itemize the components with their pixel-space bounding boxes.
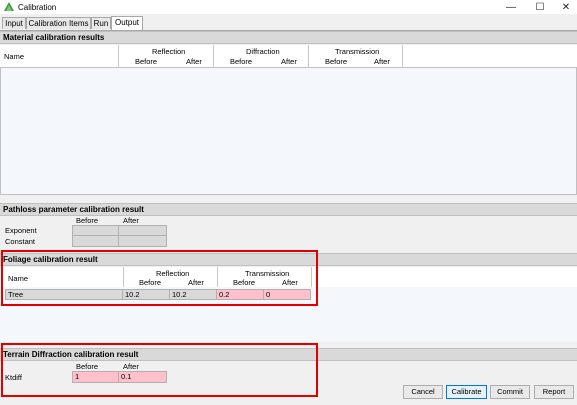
material-name-header: Name [4, 52, 25, 61]
material-table-header: Name Reflection Before After Diffraction… [0, 45, 577, 68]
material-reflection-before: Before [135, 57, 158, 66]
minimize-button[interactable]: — [498, 0, 524, 14]
material-transmission-after: After [374, 57, 390, 66]
material-diffraction-after: After [281, 57, 297, 66]
pathloss-table: Before After Exponent Constant [0, 216, 168, 248]
terrain-highlight-box [1, 343, 318, 397]
maximize-button[interactable]: ☐ [527, 0, 553, 14]
tab-output[interactable]: Output [111, 16, 143, 30]
report-button[interactable]: Report [534, 385, 574, 399]
material-diffraction-header: Diffraction [246, 47, 280, 56]
tab-run[interactable]: Run [91, 17, 111, 29]
material-section-header: Material calibration results [0, 31, 577, 44]
calibrate-button[interactable]: Calibrate [446, 385, 487, 399]
pathloss-after-header: After [123, 216, 139, 225]
material-transmission-header: Transmission [335, 47, 380, 56]
calibration-app-icon [4, 2, 14, 11]
title-bar: Calibration — ☐ ✕ [0, 0, 577, 14]
constant-before-cell[interactable] [72, 236, 119, 247]
tab-bar: Input Calibration Items Run Output [0, 16, 577, 31]
constant-after-cell[interactable] [119, 236, 167, 247]
pathloss-row-constant: Constant [5, 237, 36, 246]
material-diffraction-before: Before [230, 57, 253, 66]
pathloss-before-header: Before [76, 216, 99, 225]
tab-input[interactable]: Input [2, 17, 26, 29]
tab-calibration-items[interactable]: Calibration Items [26, 17, 91, 29]
material-reflection-after: After [186, 57, 202, 66]
commit-button[interactable]: Commit [490, 385, 530, 399]
material-transmission-before: Before [325, 57, 348, 66]
exponent-before-cell[interactable] [72, 225, 119, 236]
foliage-highlight-box [1, 250, 318, 306]
pathloss-section-header: Pathloss parameter calibration result [0, 203, 577, 216]
cancel-button[interactable]: Cancel [403, 385, 443, 399]
window-title: Calibration [18, 3, 57, 12]
exponent-after-cell[interactable] [119, 225, 167, 236]
pathloss-row-exponent: Exponent [5, 226, 37, 235]
material-results-table-body[interactable] [0, 67, 577, 195]
close-button[interactable]: ✕ [553, 0, 577, 14]
material-reflection-header: Reflection [152, 47, 186, 56]
